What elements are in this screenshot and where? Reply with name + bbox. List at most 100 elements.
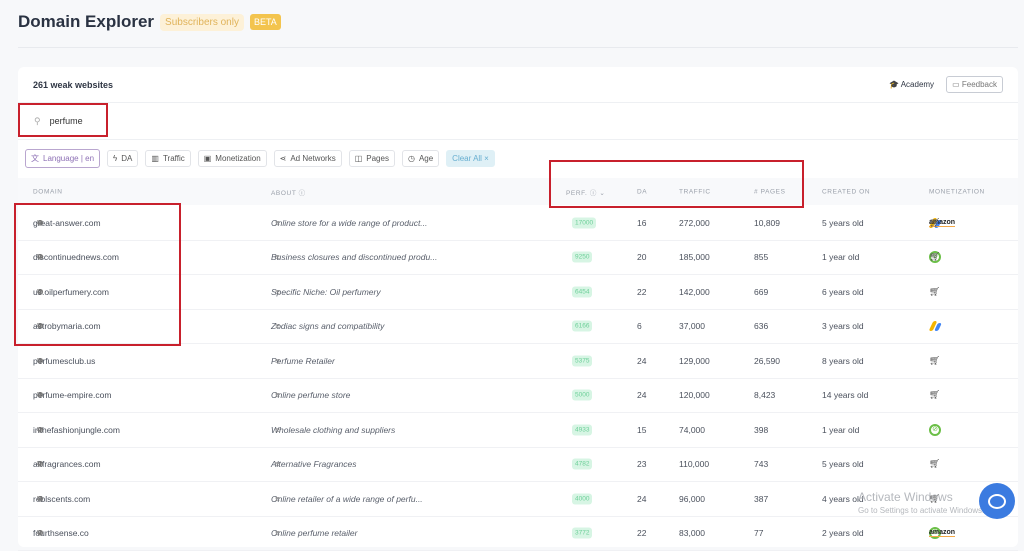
clock-icon: ◷ bbox=[408, 154, 415, 163]
traffic-value: 37,000 bbox=[679, 321, 705, 331]
pages-value: 398 bbox=[754, 425, 768, 435]
list-icon[interactable]: ≡ bbox=[275, 529, 280, 538]
da-value: 24 bbox=[637, 390, 646, 400]
da-value: 16 bbox=[637, 218, 646, 228]
add-icon[interactable]: ⊕ bbox=[37, 529, 44, 538]
col-domain[interactable]: DOMAIN bbox=[33, 188, 63, 195]
traffic-value: 74,000 bbox=[679, 425, 705, 435]
results-count: 261 weak websites bbox=[33, 80, 113, 90]
about-text: Zodiac signs and compatibility bbox=[271, 321, 384, 331]
divider bbox=[18, 47, 1018, 48]
about-text: Alternative Fragrances bbox=[271, 459, 357, 469]
created-value: 14 years old bbox=[822, 390, 868, 400]
traffic-value: 96,000 bbox=[679, 494, 705, 504]
add-icon[interactable]: ⊕ bbox=[37, 494, 44, 503]
clear-all-button[interactable]: Clear All × bbox=[446, 150, 495, 167]
perf-badge: 4782 bbox=[572, 459, 592, 470]
pages-value: 8,423 bbox=[754, 390, 775, 400]
filter-label: Traffic bbox=[163, 154, 185, 163]
table-header: DOMAIN ABOUT ⓘ PERF. ⓘ ⌄ DA TRAFFIC # PA… bbox=[18, 178, 1018, 205]
perf-badge: 9250 bbox=[572, 252, 592, 263]
created-value: 3 years old bbox=[822, 321, 864, 331]
filter-label: DA bbox=[121, 154, 132, 163]
list-icon[interactable]: ≡ bbox=[275, 494, 280, 503]
about-text: Perfume Retailer bbox=[271, 356, 335, 366]
comment-icon: ▭ bbox=[952, 80, 960, 89]
list-icon[interactable]: ≡ bbox=[275, 218, 280, 227]
money-icon: ▣ bbox=[204, 154, 212, 163]
filter-age[interactable]: ◷ Age bbox=[402, 150, 439, 167]
search-input[interactable]: ⚲ perfume bbox=[18, 103, 1018, 140]
traffic-value: 129,000 bbox=[679, 356, 710, 366]
perf-badge: 3772 bbox=[572, 528, 592, 539]
add-icon[interactable]: ⊕ bbox=[37, 425, 44, 434]
perf-badge: 4933 bbox=[572, 424, 592, 435]
perf-badge: 4000 bbox=[572, 493, 592, 504]
feedback-button[interactable]: ▭ Feedback bbox=[946, 76, 1003, 93]
domain-link[interactable]: inthefashionjungle.com bbox=[33, 425, 120, 435]
graduation-cap-icon: 🎓 bbox=[889, 80, 899, 89]
beta-badge: BETA bbox=[250, 14, 281, 30]
about-text: Online perfume store bbox=[271, 390, 350, 400]
about-text: Business closures and discontinued produ… bbox=[271, 252, 437, 262]
created-value: 5 years old bbox=[822, 218, 864, 228]
filter-language[interactable]: 文Language | en bbox=[25, 149, 100, 168]
traffic-value: 120,000 bbox=[679, 390, 710, 400]
filter-da[interactable]: ϟDA bbox=[107, 150, 138, 167]
academy-link[interactable]: 🎓 Academy bbox=[889, 80, 934, 89]
subscribers-badge: Subscribers only bbox=[160, 14, 244, 31]
table-row: perfume-empire.com↗⧉⊕ Online perfume sto… bbox=[18, 379, 1018, 414]
add-icon[interactable]: ⊕ bbox=[37, 391, 44, 400]
add-icon[interactable]: ⊕ bbox=[37, 460, 44, 469]
traffic-value: 272,000 bbox=[679, 218, 710, 228]
bar-chart-icon: ▥ bbox=[151, 154, 159, 163]
filter-ad-networks[interactable]: ⋖Ad Networks bbox=[274, 150, 342, 167]
cart-icon: 🛒︎ bbox=[929, 355, 940, 366]
page-header: Domain Explorer Subscribers only BETA bbox=[18, 12, 281, 32]
table-row: perfumesclub.us↗⧉⊕ Perfume Retailer≡ 537… bbox=[18, 344, 1018, 379]
created-value: 5 years old bbox=[822, 459, 864, 469]
academy-label: Academy bbox=[901, 80, 934, 89]
list-icon[interactable]: ≡ bbox=[275, 322, 280, 331]
share-icon: ⋖ bbox=[280, 154, 287, 163]
watermark-sub: Go to Settings to activate Windows. bbox=[858, 506, 984, 515]
ezoic-icon: ⊘ bbox=[929, 424, 941, 436]
list-icon[interactable]: ≡ bbox=[275, 460, 280, 469]
filter-label: Pages bbox=[366, 154, 389, 163]
annotation-box-domains bbox=[14, 203, 181, 346]
traffic-value: 142,000 bbox=[679, 287, 710, 297]
add-icon[interactable]: ⊕ bbox=[37, 356, 44, 365]
list-icon[interactable]: ≡ bbox=[275, 287, 280, 296]
list-icon[interactable]: ≡ bbox=[275, 425, 280, 434]
col-monetization[interactable]: MONETIZATION bbox=[929, 188, 985, 195]
list-icon[interactable]: ≡ bbox=[275, 391, 280, 400]
created-value: 2 years old bbox=[822, 528, 864, 538]
list-icon[interactable]: ≡ bbox=[275, 253, 280, 262]
cart-icon: 🛒︎ bbox=[929, 459, 940, 470]
chat-button[interactable] bbox=[979, 483, 1015, 519]
domain-link[interactable]: perfume-empire.com bbox=[33, 390, 111, 400]
filter-label: Language | en bbox=[43, 154, 94, 163]
traffic-value: 83,000 bbox=[679, 528, 705, 538]
about-text: Online store for a wide range of product… bbox=[271, 218, 427, 228]
book-icon: ◫ bbox=[355, 154, 363, 163]
traffic-value: 185,000 bbox=[679, 252, 710, 262]
pages-value: 743 bbox=[754, 459, 768, 469]
list-icon[interactable]: ≡ bbox=[275, 356, 280, 365]
perf-badge: 5375 bbox=[572, 355, 592, 366]
created-value: 1 year old bbox=[822, 425, 859, 435]
filter-monetization[interactable]: ▣Monetization bbox=[198, 150, 267, 167]
page-title: Domain Explorer bbox=[18, 12, 154, 32]
filter-label: Age bbox=[419, 154, 433, 163]
filter-traffic[interactable]: ▥ Traffic bbox=[145, 150, 190, 167]
col-created[interactable]: CREATED ON bbox=[822, 188, 870, 195]
da-value: 23 bbox=[637, 459, 646, 469]
about-text: Wholesale clothing and suppliers bbox=[271, 425, 395, 435]
watermark: Activate Windows bbox=[858, 490, 953, 504]
table-row: inthefashionjungle.com↗⧉⊕ Wholesale clot… bbox=[18, 413, 1018, 448]
filter-pages[interactable]: ◫Pages bbox=[349, 150, 395, 167]
col-about[interactable]: ABOUT ⓘ bbox=[271, 187, 306, 197]
cart-icon: 🛒︎ bbox=[929, 286, 940, 297]
da-value: 24 bbox=[637, 494, 646, 504]
traffic-value: 110,000 bbox=[679, 459, 709, 469]
